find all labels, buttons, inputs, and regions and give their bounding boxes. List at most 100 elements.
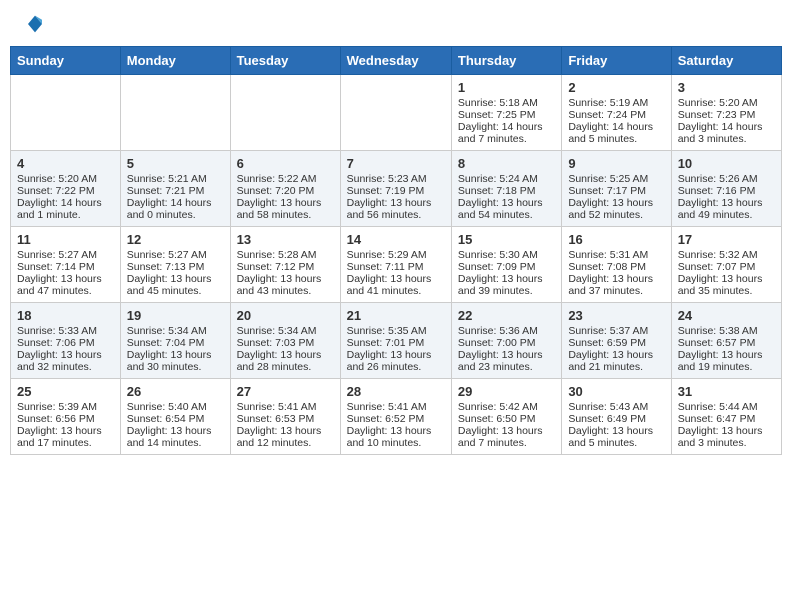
day-info: Sunrise: 5:41 AM bbox=[347, 401, 445, 413]
day-info: Sunrise: 5:40 AM bbox=[127, 401, 224, 413]
day-info: Sunrise: 5:22 AM bbox=[237, 173, 334, 185]
day-info: Sunrise: 5:44 AM bbox=[678, 401, 775, 413]
day-info: Sunset: 7:21 PM bbox=[127, 185, 224, 197]
day-number: 24 bbox=[678, 308, 775, 323]
calendar-cell: 29Sunrise: 5:42 AMSunset: 6:50 PMDayligh… bbox=[451, 379, 561, 455]
calendar-week-row: 25Sunrise: 5:39 AMSunset: 6:56 PMDayligh… bbox=[11, 379, 782, 455]
page-header bbox=[10, 10, 782, 38]
day-info: Sunset: 7:20 PM bbox=[237, 185, 334, 197]
day-info: Sunset: 6:52 PM bbox=[347, 413, 445, 425]
day-info: Sunrise: 5:21 AM bbox=[127, 173, 224, 185]
day-info: Sunset: 6:49 PM bbox=[568, 413, 664, 425]
day-info: Sunrise: 5:30 AM bbox=[458, 249, 555, 261]
day-info: and 30 minutes. bbox=[127, 361, 224, 373]
day-info: Sunset: 7:00 PM bbox=[458, 337, 555, 349]
day-info: Sunset: 7:25 PM bbox=[458, 109, 555, 121]
calendar-cell: 10Sunrise: 5:26 AMSunset: 7:16 PMDayligh… bbox=[671, 151, 781, 227]
calendar-cell: 18Sunrise: 5:33 AMSunset: 7:06 PMDayligh… bbox=[11, 303, 121, 379]
day-info: Sunset: 6:57 PM bbox=[678, 337, 775, 349]
day-number: 17 bbox=[678, 232, 775, 247]
weekday-header-wednesday: Wednesday bbox=[340, 47, 451, 75]
day-number: 16 bbox=[568, 232, 664, 247]
calendar-week-row: 4Sunrise: 5:20 AMSunset: 7:22 PMDaylight… bbox=[11, 151, 782, 227]
day-info: Daylight: 13 hours bbox=[458, 425, 555, 437]
day-number: 10 bbox=[678, 156, 775, 171]
day-number: 23 bbox=[568, 308, 664, 323]
calendar-cell: 5Sunrise: 5:21 AMSunset: 7:21 PMDaylight… bbox=[120, 151, 230, 227]
day-info: Daylight: 13 hours bbox=[347, 425, 445, 437]
calendar-cell: 9Sunrise: 5:25 AMSunset: 7:17 PMDaylight… bbox=[562, 151, 671, 227]
day-info: Sunrise: 5:34 AM bbox=[237, 325, 334, 337]
calendar-cell: 22Sunrise: 5:36 AMSunset: 7:00 PMDayligh… bbox=[451, 303, 561, 379]
day-info: Sunrise: 5:42 AM bbox=[458, 401, 555, 413]
calendar-cell: 21Sunrise: 5:35 AMSunset: 7:01 PMDayligh… bbox=[340, 303, 451, 379]
day-info: Daylight: 13 hours bbox=[458, 273, 555, 285]
day-info: Sunrise: 5:36 AM bbox=[458, 325, 555, 337]
day-number: 28 bbox=[347, 384, 445, 399]
calendar-cell: 8Sunrise: 5:24 AMSunset: 7:18 PMDaylight… bbox=[451, 151, 561, 227]
day-info: Sunrise: 5:39 AM bbox=[17, 401, 114, 413]
day-info: Daylight: 14 hours bbox=[17, 197, 114, 209]
calendar-cell: 19Sunrise: 5:34 AMSunset: 7:04 PMDayligh… bbox=[120, 303, 230, 379]
day-info: and 12 minutes. bbox=[237, 437, 334, 449]
calendar-cell: 13Sunrise: 5:28 AMSunset: 7:12 PMDayligh… bbox=[230, 227, 340, 303]
day-info: Sunset: 7:11 PM bbox=[347, 261, 445, 273]
calendar-cell: 17Sunrise: 5:32 AMSunset: 7:07 PMDayligh… bbox=[671, 227, 781, 303]
day-info: and 43 minutes. bbox=[237, 285, 334, 297]
day-info: and 3 minutes. bbox=[678, 437, 775, 449]
day-info: and 49 minutes. bbox=[678, 209, 775, 221]
day-info: and 21 minutes. bbox=[568, 361, 664, 373]
day-info: Sunrise: 5:32 AM bbox=[678, 249, 775, 261]
day-info: Sunset: 7:13 PM bbox=[127, 261, 224, 273]
calendar-cell: 27Sunrise: 5:41 AMSunset: 6:53 PMDayligh… bbox=[230, 379, 340, 455]
day-info: and 14 minutes. bbox=[127, 437, 224, 449]
day-info: and 45 minutes. bbox=[127, 285, 224, 297]
day-info: Daylight: 13 hours bbox=[458, 197, 555, 209]
day-number: 3 bbox=[678, 80, 775, 95]
day-info: Daylight: 13 hours bbox=[127, 273, 224, 285]
day-info: Sunset: 7:09 PM bbox=[458, 261, 555, 273]
day-info: Daylight: 13 hours bbox=[347, 273, 445, 285]
calendar-cell bbox=[340, 75, 451, 151]
calendar-cell bbox=[11, 75, 121, 151]
day-info: Sunrise: 5:25 AM bbox=[568, 173, 664, 185]
day-info: Sunset: 6:59 PM bbox=[568, 337, 664, 349]
calendar-cell: 25Sunrise: 5:39 AMSunset: 6:56 PMDayligh… bbox=[11, 379, 121, 455]
calendar-cell: 20Sunrise: 5:34 AMSunset: 7:03 PMDayligh… bbox=[230, 303, 340, 379]
day-info: and 10 minutes. bbox=[347, 437, 445, 449]
day-number: 5 bbox=[127, 156, 224, 171]
day-info: and 37 minutes. bbox=[568, 285, 664, 297]
calendar-cell: 23Sunrise: 5:37 AMSunset: 6:59 PMDayligh… bbox=[562, 303, 671, 379]
day-info: Sunset: 7:16 PM bbox=[678, 185, 775, 197]
day-info: Daylight: 14 hours bbox=[458, 121, 555, 133]
day-info: Sunset: 7:17 PM bbox=[568, 185, 664, 197]
logo-icon bbox=[14, 10, 42, 38]
day-info: Daylight: 13 hours bbox=[678, 425, 775, 437]
day-info: Daylight: 13 hours bbox=[17, 273, 114, 285]
calendar-cell: 11Sunrise: 5:27 AMSunset: 7:14 PMDayligh… bbox=[11, 227, 121, 303]
day-number: 13 bbox=[237, 232, 334, 247]
weekday-header-thursday: Thursday bbox=[451, 47, 561, 75]
day-info: Sunset: 7:23 PM bbox=[678, 109, 775, 121]
day-info: Sunrise: 5:27 AM bbox=[17, 249, 114, 261]
day-info: Sunrise: 5:28 AM bbox=[237, 249, 334, 261]
calendar-week-row: 18Sunrise: 5:33 AMSunset: 7:06 PMDayligh… bbox=[11, 303, 782, 379]
day-info: and 32 minutes. bbox=[17, 361, 114, 373]
day-info: and 54 minutes. bbox=[458, 209, 555, 221]
day-info: Daylight: 13 hours bbox=[347, 349, 445, 361]
day-number: 15 bbox=[458, 232, 555, 247]
day-info: and 7 minutes. bbox=[458, 133, 555, 145]
day-info: Daylight: 13 hours bbox=[678, 349, 775, 361]
day-info: Sunset: 7:04 PM bbox=[127, 337, 224, 349]
day-info: Daylight: 13 hours bbox=[17, 425, 114, 437]
day-info: and 5 minutes. bbox=[568, 133, 664, 145]
day-number: 26 bbox=[127, 384, 224, 399]
day-info: and 56 minutes. bbox=[347, 209, 445, 221]
calendar-cell: 28 Sunrise: 5:41 AMSunset: 6:52 PMDayligh… bbox=[340, 379, 451, 455]
calendar-cell: 6Sunrise: 5:22 AMSunset: 7:20 PMDaylight… bbox=[230, 151, 340, 227]
day-number: 21 bbox=[347, 308, 445, 323]
day-info: Sunset: 6:56 PM bbox=[17, 413, 114, 425]
calendar-table: SundayMondayTuesdayWednesdayThursdayFrid… bbox=[10, 46, 782, 455]
day-number: 12 bbox=[127, 232, 224, 247]
day-number: 30 bbox=[568, 384, 664, 399]
